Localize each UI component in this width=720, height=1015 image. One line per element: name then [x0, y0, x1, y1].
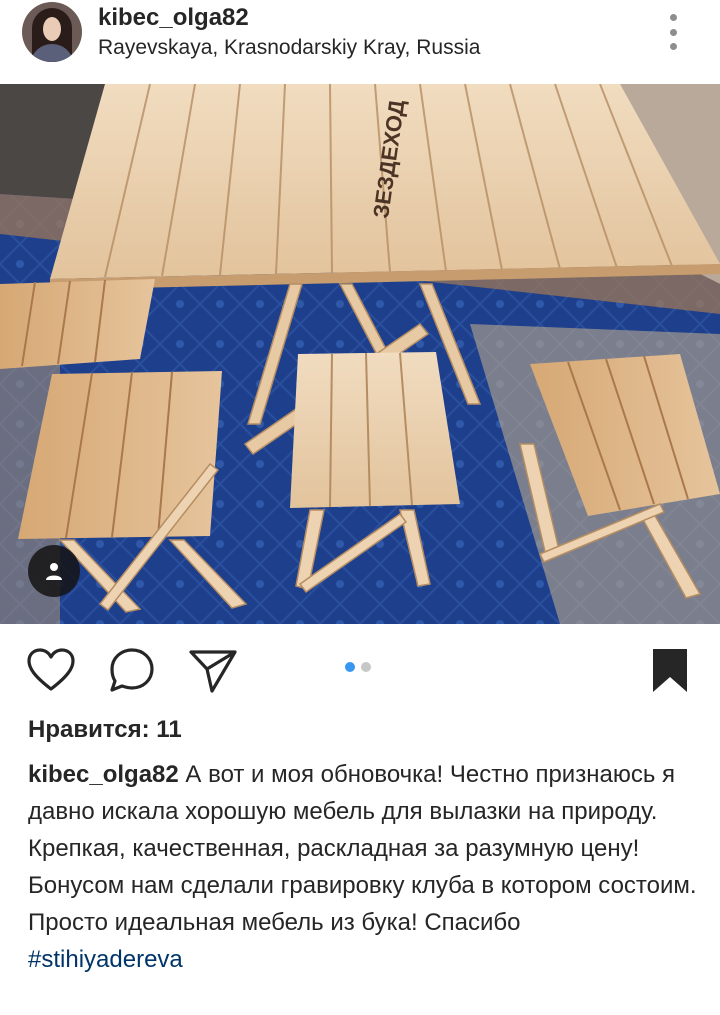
- more-options-icon[interactable]: [662, 14, 684, 50]
- post-location[interactable]: Rayevskaya, Krasnodarskiy Kray, Russia: [98, 36, 480, 60]
- caption-username[interactable]: kibec_olga82: [28, 761, 179, 788]
- post-username[interactable]: kibec_olga82: [98, 4, 249, 32]
- post-photo[interactable]: ЗЕЗДЕХОД: [0, 84, 720, 624]
- caption-hashtag[interactable]: #stihiyadereva: [28, 946, 183, 973]
- comment-icon[interactable]: [107, 646, 157, 696]
- post-header: kibec_olga82 Rayevskaya, Krasnodarskiy K…: [0, 0, 720, 84]
- carousel-dot-active: [345, 662, 355, 672]
- post-caption: kibec_olga82 А вот и моя обновочка! Чест…: [28, 756, 703, 978]
- paper-plane-icon[interactable]: [188, 646, 238, 696]
- heart-icon[interactable]: [26, 646, 76, 696]
- likes-count[interactable]: Нравится: 11: [28, 716, 182, 744]
- avatar[interactable]: [22, 2, 82, 62]
- user-tag-icon[interactable]: [28, 545, 80, 597]
- carousel-indicator: [345, 662, 371, 672]
- furniture-photo-illustration: ЗЕЗДЕХОД: [0, 84, 720, 624]
- carousel-dot: [361, 662, 371, 672]
- bookmark-icon[interactable]: [645, 646, 695, 696]
